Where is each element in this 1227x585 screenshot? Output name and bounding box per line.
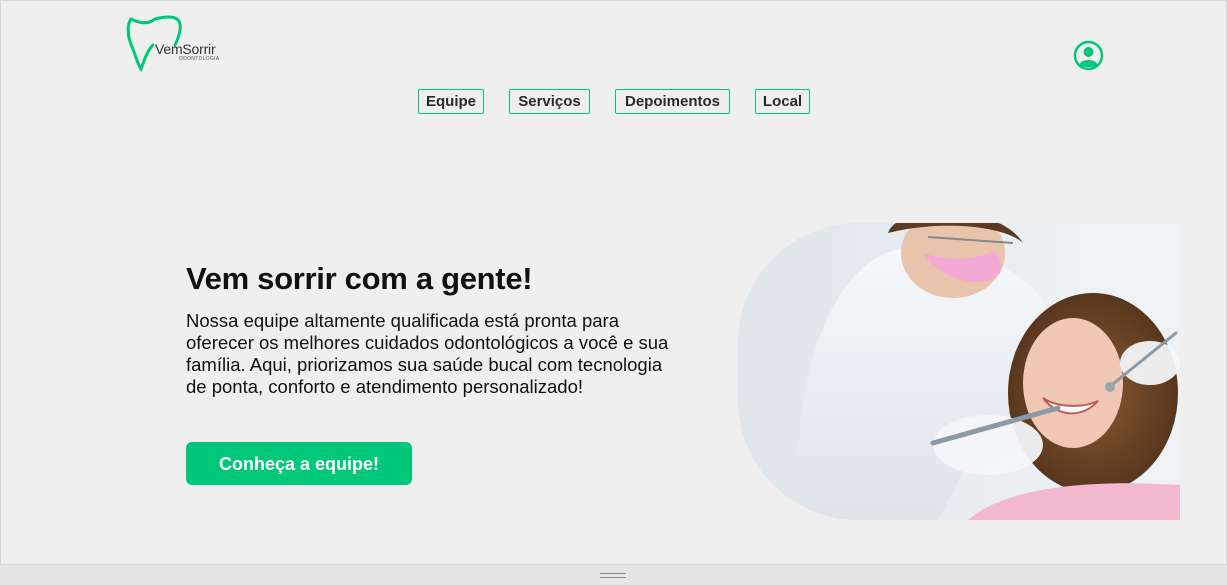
resize-bar: [0, 565, 1227, 585]
nav-local[interactable]: Local: [755, 89, 810, 114]
hero-title: Vem sorrir com a gente!: [186, 261, 533, 296]
resize-handle[interactable]: [600, 573, 626, 578]
brand-subtitle: ODONTOLOGIA: [179, 56, 220, 62]
nav-servicos[interactable]: Serviços: [509, 89, 590, 114]
meet-team-button[interactable]: Conheça a equipe!: [186, 442, 412, 485]
brand-logo[interactable]: VemSorrir ODONTOLOGIA: [125, 15, 235, 73]
hero-dentist-image: [738, 223, 1180, 520]
user-profile-icon[interactable]: [1073, 40, 1104, 71]
page-frame: VemSorrir ODONTOLOGIA Equipe Serviços De…: [0, 0, 1227, 565]
brand-name: VemSorrir: [155, 41, 216, 57]
nav-depoimentos[interactable]: Depoimentos: [615, 89, 730, 114]
hero-description: Nossa equipe altamente qualificada está …: [186, 310, 669, 397]
nav-equipe[interactable]: Equipe: [418, 89, 484, 114]
